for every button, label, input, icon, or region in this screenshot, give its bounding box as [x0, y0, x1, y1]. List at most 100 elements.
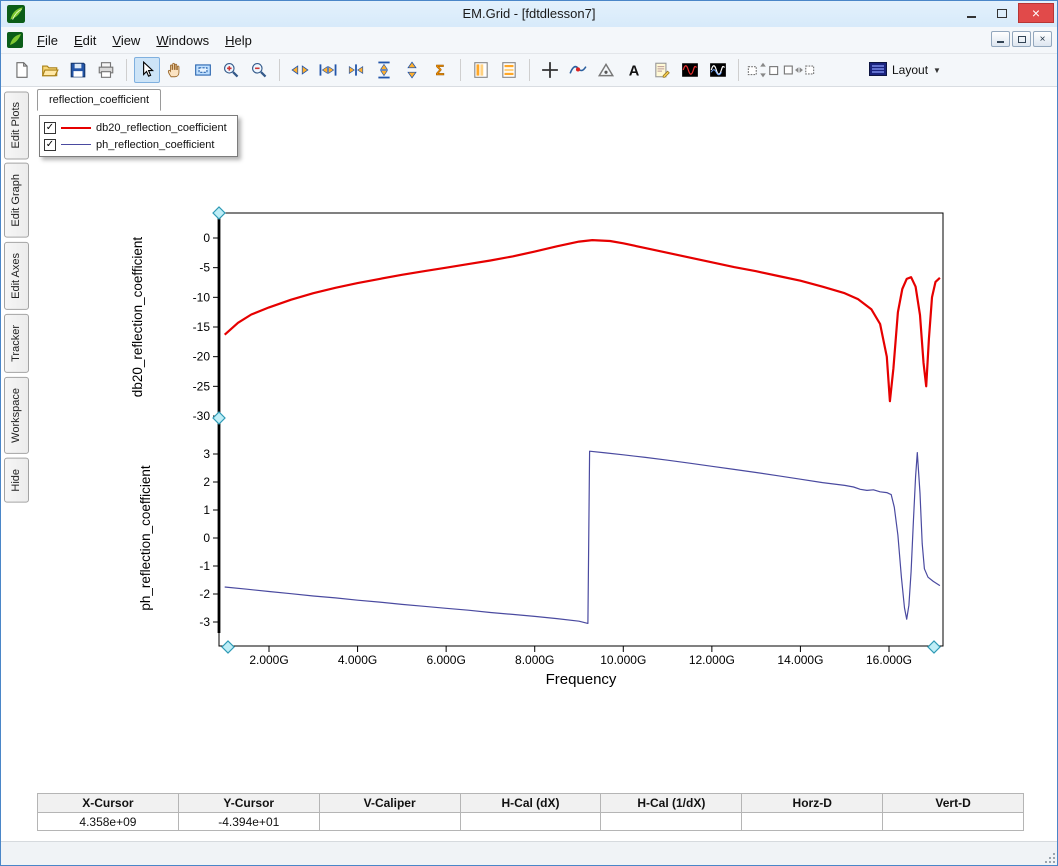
readout-value-cell: -4.394e+01	[177, 813, 320, 831]
menu-edit[interactable]: Edit	[66, 29, 104, 52]
menu-file[interactable]: File	[29, 29, 66, 52]
axis-handle-diamond[interactable]	[212, 411, 226, 425]
horizontal-span-boxes-icon[interactable]	[782, 57, 816, 83]
menu-view[interactable]: View	[104, 29, 148, 52]
mdi-restore-button[interactable]	[1012, 31, 1031, 47]
sidebar-tab-hide[interactable]: Hide	[4, 457, 29, 503]
notes-icon[interactable]	[649, 57, 675, 83]
series-db20_reflection_coefficient[interactable]	[223, 239, 941, 403]
fit-vertical-icon[interactable]	[399, 57, 425, 83]
save-icon[interactable]	[65, 57, 91, 83]
app-window: EM.Grid - [fdtdlesson7] × File Edit View Wi…	[0, 0, 1058, 866]
column-layout-icon[interactable]	[468, 57, 494, 83]
close-icon: ×	[1039, 33, 1046, 45]
zoom-out-icon[interactable]	[246, 57, 272, 83]
row-layout-icon[interactable]	[496, 57, 522, 83]
mdi-minimize-button[interactable]	[991, 31, 1010, 47]
sidebar-tab-edit-plots[interactable]: Edit Plots	[4, 91, 29, 160]
legend-line-sample	[61, 144, 91, 145]
legend-label: ph_reflection_coefficient	[96, 138, 215, 151]
tab-reflection-coefficient[interactable]: reflection_coefficient	[37, 89, 162, 111]
svg-text:8.000G: 8.000G	[515, 653, 554, 667]
zoom-region-icon[interactable]	[190, 57, 216, 83]
resize-grip-icon[interactable]	[1043, 851, 1055, 863]
svg-text:-15: -15	[193, 320, 211, 334]
legend-label: db20_reflection_coefficient	[96, 121, 227, 134]
sidebar-tab-edit-axes[interactable]: Edit Axes	[4, 242, 29, 310]
pan-hand-icon[interactable]	[162, 57, 188, 83]
toolbar-separator	[529, 59, 530, 81]
sidebar-tab-edit-graph[interactable]: Edit Graph	[4, 163, 29, 239]
svg-text:-3: -3	[199, 615, 210, 629]
select-cursor-icon[interactable]	[134, 57, 160, 83]
document-logo-icon	[7, 32, 23, 48]
svg-text:-25: -25	[193, 379, 211, 393]
autoscale-sigma-icon[interactable]: Σ	[427, 57, 453, 83]
toolbar-separator	[279, 59, 280, 81]
svg-text:16.000G: 16.000G	[866, 653, 912, 667]
svg-text:db20_reflection_coefficient: db20_reflection_coefficient	[130, 237, 145, 398]
title-bar[interactable]: EM.Grid - [fdtdlesson7] ×	[1, 1, 1057, 27]
sidebar-tab-tracker[interactable]: Tracker	[4, 313, 29, 373]
legend-checkbox[interactable]: ✓	[44, 138, 56, 151]
cursor-readout-table: X-Cursor Y-Cursor V-Caliper H-Cal (dX) H-Cal…	[37, 793, 1024, 831]
readout-column-header: X-Cursor	[37, 793, 179, 813]
dark-trace-white-icon[interactable]	[705, 57, 731, 83]
readout-column-header: H-Cal (dX)	[459, 793, 602, 813]
curve-marker-icon[interactable]	[565, 57, 591, 83]
svg-text:-5: -5	[199, 261, 210, 275]
window-title: EM.Grid - [fdtdlesson7]	[462, 6, 596, 21]
collapse-horizontal-icon[interactable]	[343, 57, 369, 83]
svg-text:4.000G: 4.000G	[338, 653, 377, 667]
series-ph_reflection_coefficient[interactable]	[224, 450, 941, 625]
fit-horizontal-icon[interactable]	[287, 57, 313, 83]
menu-help[interactable]: Help	[217, 29, 260, 52]
legend-line-sample	[61, 126, 91, 129]
legend-entry: ✓ ph_reflection_coefficient	[44, 136, 227, 153]
minimize-button[interactable]	[958, 3, 985, 23]
zoom-in-icon[interactable]	[218, 57, 244, 83]
maximize-button[interactable]	[988, 3, 1015, 23]
readout-column-header: H-Cal (1/dX)	[600, 793, 743, 813]
expand-horizontal-icon[interactable]	[315, 57, 341, 83]
svg-text:6.000G: 6.000G	[426, 653, 465, 667]
mdi-close-button[interactable]: ×	[1033, 31, 1052, 47]
svg-text:-30: -30	[193, 409, 211, 423]
axis-handle-diamond[interactable]	[221, 640, 235, 654]
new-file-icon[interactable]	[9, 57, 35, 83]
svg-text:10.000G: 10.000G	[600, 653, 646, 667]
svg-text:-2: -2	[199, 587, 210, 601]
vertical-span-boxes-icon[interactable]	[746, 57, 780, 83]
delta-marker-icon[interactable]	[593, 57, 619, 83]
close-button[interactable]: ×	[1018, 3, 1054, 23]
status-bar	[1, 841, 1057, 865]
open-file-icon[interactable]	[37, 57, 63, 83]
main-toolbar: Σ A Layout ▼	[1, 54, 1057, 87]
expand-vertical-icon[interactable]	[371, 57, 397, 83]
svg-text:0: 0	[203, 231, 210, 245]
svg-text:0: 0	[203, 531, 210, 545]
axis-handle-diamond[interactable]	[927, 640, 941, 654]
crosshair-icon[interactable]	[537, 57, 563, 83]
svg-text:A: A	[629, 64, 640, 79]
dark-trace-red-icon[interactable]	[677, 57, 703, 83]
legend-checkbox[interactable]: ✓	[44, 121, 56, 134]
svg-text:Σ: Σ	[436, 63, 445, 79]
menu-windows[interactable]: Windows	[148, 29, 217, 52]
chevron-down-icon: ▼	[933, 65, 941, 75]
sidebar-tab-workspace[interactable]: Workspace	[4, 376, 29, 454]
toolbar-separator	[460, 59, 461, 81]
menu-bar: File Edit View Windows Help ×	[1, 27, 1057, 54]
svg-text:3: 3	[203, 447, 210, 461]
axis-handle-diamond[interactable]	[212, 206, 226, 220]
restore-icon	[1017, 35, 1026, 43]
legend-entry: ✓ db20_reflection_coefficient	[44, 119, 227, 136]
readout-column-header: Horz-D	[741, 793, 884, 813]
print-icon[interactable]	[93, 57, 119, 83]
text-annotation-icon[interactable]: A	[621, 57, 647, 83]
svg-text:-20: -20	[193, 350, 211, 364]
layout-dropdown[interactable]: Layout ▼	[860, 58, 950, 83]
readout-value-cell: 4.358e+09	[37, 813, 179, 831]
minimize-icon	[997, 41, 1004, 43]
svg-text:1: 1	[203, 503, 210, 517]
